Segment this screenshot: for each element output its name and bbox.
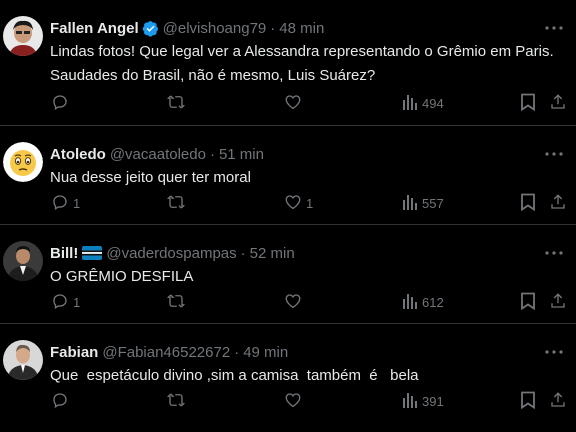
reply-button[interactable]: 1 xyxy=(51,193,80,213)
separator-dot: · xyxy=(234,343,240,361)
share-icon xyxy=(549,292,567,313)
verified-badge-icon xyxy=(142,20,159,37)
reply-icon xyxy=(51,93,69,114)
like-button[interactable]: 1 xyxy=(284,193,313,213)
like-button[interactable] xyxy=(284,292,306,312)
tweet-text: Nua desse jeito quer ter moral xyxy=(50,169,251,186)
share-button[interactable] xyxy=(549,292,567,312)
views-count: 494 xyxy=(422,95,444,111)
like-icon xyxy=(284,93,302,114)
share-icon xyxy=(549,93,567,114)
tweet[interactable]: Fabian @Fabian46522672 · 49 min Que espe… xyxy=(0,324,576,432)
views-button[interactable]: 494 xyxy=(402,93,444,113)
tweet-header: Fallen Angel @elvishoang79 · 48 min xyxy=(50,18,324,38)
like-icon xyxy=(284,391,302,412)
share-button[interactable] xyxy=(549,391,567,411)
more-options-icon[interactable] xyxy=(544,18,564,38)
display-name[interactable]: Fabian xyxy=(50,344,98,361)
tweet-actions: 1 612 xyxy=(50,292,570,312)
tweet-actions: 494 xyxy=(50,93,570,113)
like-icon xyxy=(284,292,302,313)
repost-button[interactable] xyxy=(166,391,190,411)
like-button[interactable] xyxy=(284,391,306,411)
repost-icon xyxy=(166,391,186,412)
views-count: 391 xyxy=(422,393,444,409)
like-icon xyxy=(284,193,302,214)
avatar[interactable] xyxy=(3,142,43,182)
gremio-flag-icon xyxy=(82,246,103,260)
avatar[interactable] xyxy=(3,16,43,56)
repost-icon xyxy=(166,193,186,214)
more-options-icon[interactable] xyxy=(544,243,564,263)
share-button[interactable] xyxy=(549,93,567,113)
views-icon xyxy=(402,194,418,213)
views-icon xyxy=(402,94,418,113)
bookmark-button[interactable] xyxy=(520,193,536,213)
repost-icon xyxy=(166,292,186,313)
user-handle[interactable]: @vaderdospampas xyxy=(106,245,236,262)
share-icon xyxy=(549,193,567,214)
reply-button[interactable]: 1 xyxy=(51,292,80,312)
bookmark-icon xyxy=(520,193,536,214)
tweet-header: Bill! @vaderdospampas · 52 min xyxy=(50,243,295,263)
reply-icon xyxy=(51,391,69,412)
bookmark-button[interactable] xyxy=(520,292,536,312)
repost-button[interactable] xyxy=(166,93,190,113)
bookmark-icon xyxy=(520,292,536,313)
reply-count: 1 xyxy=(73,195,81,211)
tweet[interactable]: Fallen Angel @elvishoang79 · 48 min Lind… xyxy=(0,0,576,126)
tweet-text: Lindas fotos! Que legal ver a Alessandra… xyxy=(50,43,554,84)
timestamp[interactable]: 49 min xyxy=(243,344,288,361)
tweet-header: Fabian @Fabian46522672 · 49 min xyxy=(50,342,288,362)
user-handle[interactable]: @elvishoang79 xyxy=(163,20,267,37)
reply-icon xyxy=(51,292,69,313)
avatar[interactable] xyxy=(3,340,43,380)
views-button[interactable]: 557 xyxy=(402,193,444,213)
user-handle[interactable]: @vacaatoledo xyxy=(110,146,206,163)
reply-icon xyxy=(51,193,69,214)
display-name[interactable]: Atoledo xyxy=(50,146,106,163)
bookmark-button[interactable] xyxy=(520,93,536,113)
bookmark-icon xyxy=(520,391,536,412)
reply-feed: Fallen Angel @elvishoang79 · 48 min Lind… xyxy=(0,0,576,432)
reply-button[interactable] xyxy=(51,391,73,411)
bookmark-button[interactable] xyxy=(520,391,536,411)
reply-button[interactable] xyxy=(51,93,73,113)
share-icon xyxy=(549,391,567,412)
like-button[interactable] xyxy=(284,93,306,113)
user-handle[interactable]: @Fabian46522672 xyxy=(102,344,230,361)
tweet-header: Atoledo @vacaatoledo · 51 min xyxy=(50,144,264,164)
separator-dot: · xyxy=(209,145,215,163)
views-count: 612 xyxy=(422,294,444,310)
separator-dot: · xyxy=(270,19,276,37)
more-options-icon[interactable] xyxy=(544,342,564,362)
tweet[interactable]: Atoledo @vacaatoledo · 51 min Nua desse … xyxy=(0,126,576,225)
tweet-text: Que espetáculo divino ,sim a camisa tamb… xyxy=(50,367,419,384)
display-name[interactable]: Bill! xyxy=(50,245,78,262)
repost-button[interactable] xyxy=(166,193,190,213)
views-icon xyxy=(402,392,418,411)
tweet-text: O GRÊMIO DESFILA xyxy=(50,268,194,285)
tweet[interactable]: Bill! @vaderdospampas · 52 min O GRÊMIO … xyxy=(0,225,576,324)
separator-dot: · xyxy=(240,244,246,262)
repost-button[interactable] xyxy=(166,292,190,312)
tweet-actions: 391 xyxy=(50,391,570,411)
display-name[interactable]: Fallen Angel xyxy=(50,20,139,37)
tweet-actions: 1 1 557 xyxy=(50,193,570,213)
views-button[interactable]: 612 xyxy=(402,292,444,312)
views-icon xyxy=(402,293,418,312)
like-count: 1 xyxy=(306,195,314,211)
timestamp[interactable]: 51 min xyxy=(219,146,264,163)
timestamp[interactable]: 48 min xyxy=(279,20,324,37)
repost-icon xyxy=(166,93,186,114)
share-button[interactable] xyxy=(549,193,567,213)
views-button[interactable]: 391 xyxy=(402,391,444,411)
timestamp[interactable]: 52 min xyxy=(250,245,295,262)
more-options-icon[interactable] xyxy=(544,144,564,164)
avatar[interactable] xyxy=(3,241,43,281)
bookmark-icon xyxy=(520,93,536,114)
views-count: 557 xyxy=(422,195,444,211)
reply-count: 1 xyxy=(73,294,81,310)
